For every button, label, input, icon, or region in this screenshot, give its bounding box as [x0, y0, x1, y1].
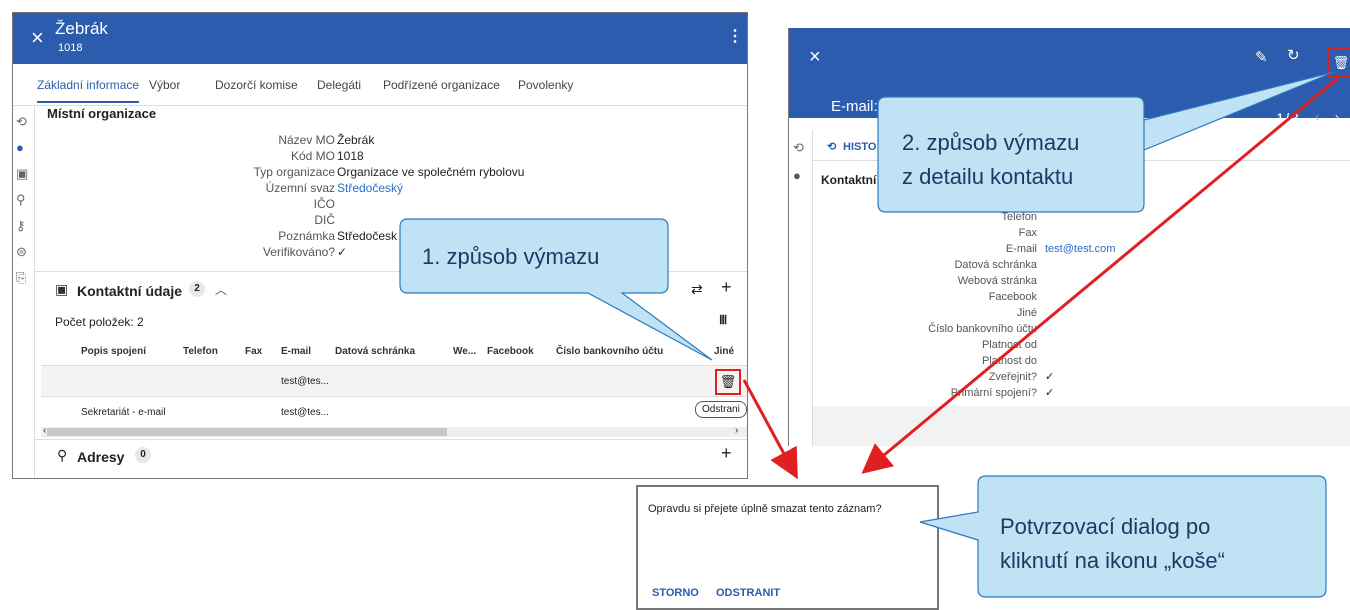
callout-1-text: 1. způsob výmazu — [422, 244, 600, 269]
callout-3-line2: kliknutí na ikonu „koše“ — [1000, 548, 1225, 573]
callout-2-line1: 2. způsob výmazu — [902, 130, 1080, 155]
callout-3-line1: Potvrzovací dialog po — [1000, 514, 1211, 539]
arrow-to-dialog-from-trash — [742, 379, 798, 480]
callout-1-bubble — [399, 218, 713, 361]
callout-2-line2: z detailu kontaktu — [902, 164, 1074, 189]
